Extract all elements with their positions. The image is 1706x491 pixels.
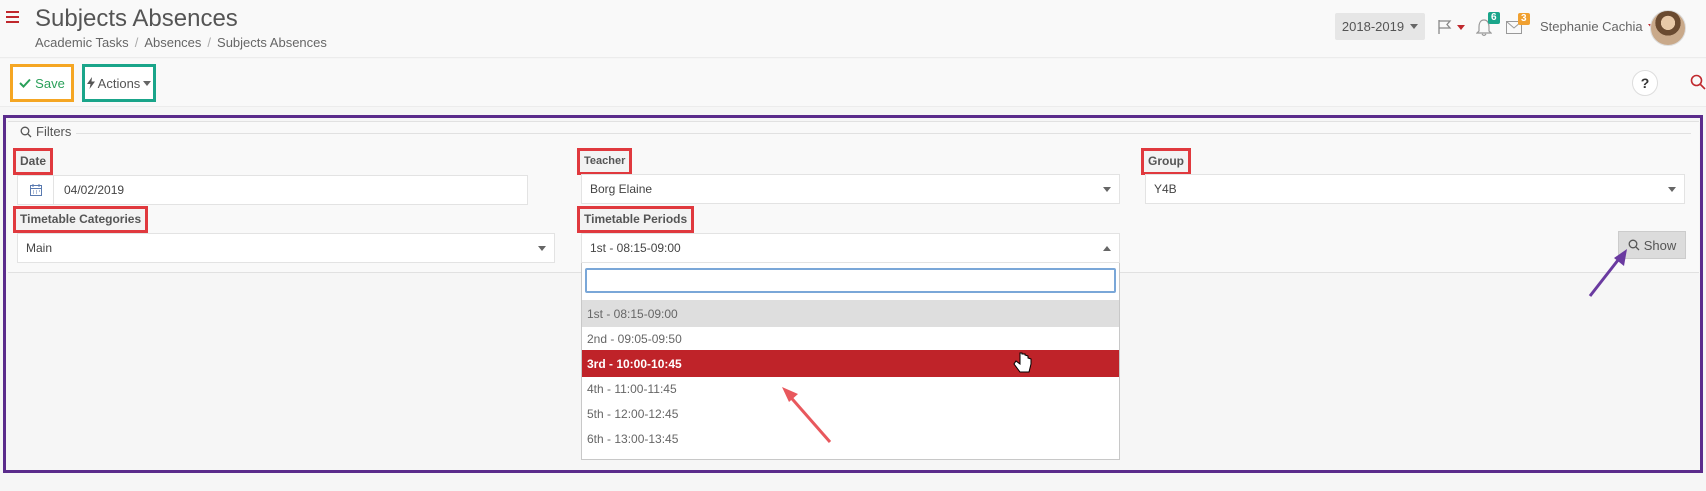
hand-cursor-icon — [1013, 352, 1032, 373]
red-arrow-annotation — [782, 387, 832, 443]
purple-arrow-annotation — [1588, 249, 1627, 297]
annotation-overlay — [782, 249, 1627, 443]
